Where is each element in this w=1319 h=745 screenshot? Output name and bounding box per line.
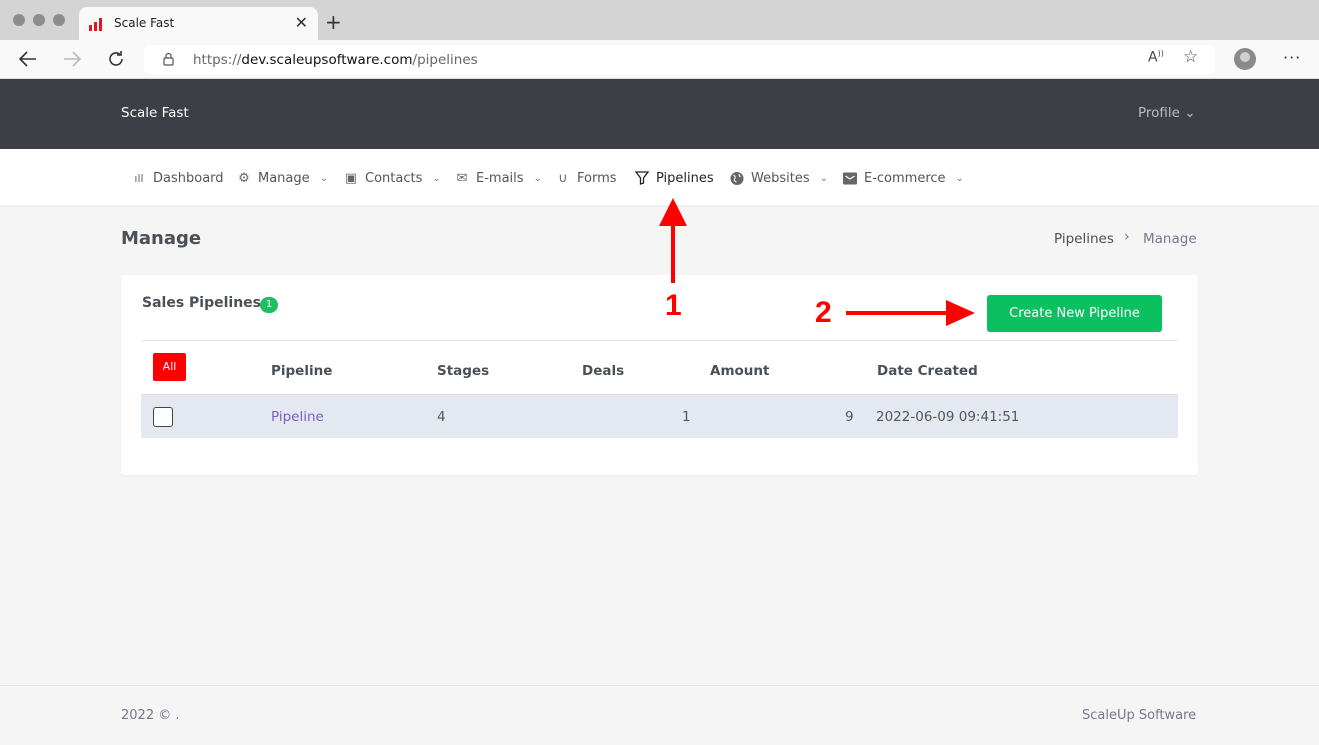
scale-fast-logo-icon: [89, 18, 102, 31]
annotation-arrow-up: [659, 198, 687, 283]
table-header-divider: [141, 340, 1178, 341]
nav-label: Dashboard: [153, 170, 224, 186]
gear-icon: ⚙: [238, 170, 250, 186]
close-window-icon[interactable]: [13, 14, 25, 26]
nav-label: Pipelines: [656, 170, 714, 186]
read-aloud-icon[interactable]: A)): [1148, 49, 1164, 66]
profile-menu[interactable]: Profile ⌄: [1138, 105, 1196, 121]
main-nav: ıll Dashboard ⚙ Manage ⌄ ▣ Contacts ⌄ ✉ …: [0, 149, 1319, 205]
footer-company: ScaleUp Software: [1082, 708, 1197, 723]
bar-chart-icon: ıll: [134, 171, 144, 185]
footer-copyright: 2022 © .: [121, 708, 180, 723]
footer: 2022 © . ScaleUp Software: [0, 685, 1319, 745]
more-options-icon[interactable]: ···: [1283, 48, 1301, 67]
column-header-deals[interactable]: Deals: [582, 363, 624, 379]
nav-item-emails[interactable]: ✉ E-mails ⌄: [454, 168, 542, 188]
nav-label: Websites: [751, 170, 810, 186]
stages-cell: 4: [437, 409, 446, 425]
annotation-number-1: 1: [665, 289, 682, 322]
address-bar[interactable]: https://dev.scaleupsoftware.com/pipeline…: [144, 45, 1215, 74]
nav-item-forms[interactable]: ∪ Forms: [555, 168, 617, 188]
chevron-down-icon: ⌄: [819, 172, 828, 184]
card-title: Sales Pipelines: [142, 295, 261, 311]
zoom-window-icon[interactable]: [53, 14, 65, 26]
pipeline-link[interactable]: Pipeline: [271, 409, 324, 425]
nav-label: Contacts: [365, 170, 423, 186]
url-text[interactable]: https://dev.scaleupsoftware.com/pipeline…: [193, 52, 478, 68]
date-created-cell: 2022-06-09 09:41:51: [876, 409, 1020, 425]
amount-cell: 9: [845, 409, 854, 425]
nav-item-pipelines[interactable]: Pipelines: [634, 168, 714, 188]
annotation-number-2: 2: [815, 296, 832, 329]
back-icon[interactable]: [19, 51, 37, 67]
create-new-pipeline-button[interactable]: Create New Pipeline: [987, 295, 1162, 332]
sales-pipelines-card: Sales Pipelines 1 Create New Pipeline Al…: [121, 275, 1198, 475]
globe-icon: [730, 171, 744, 185]
browser-toolbar: https://dev.scaleupsoftware.com/pipeline…: [0, 40, 1319, 79]
chevron-down-icon: ⌄: [432, 172, 441, 184]
breadcrumb-separator: ›: [1124, 229, 1130, 245]
nav-item-manage[interactable]: ⚙ Manage ⌄: [236, 168, 328, 188]
nav-label: E-commerce: [864, 170, 946, 186]
browser-profile-avatar[interactable]: [1234, 48, 1256, 70]
table-row[interactable]: Pipeline 4 1 9 2022-06-09 09:41:51: [141, 394, 1178, 438]
row-checkbox[interactable]: [153, 407, 173, 427]
column-header-date-created[interactable]: Date Created: [877, 363, 978, 379]
envelope-icon: ✉: [456, 170, 468, 186]
tab-title: Scale Fast: [114, 16, 175, 30]
lock-icon: [163, 52, 174, 66]
browser-tab[interactable]: Scale Fast ✕: [79, 7, 318, 40]
nav-item-ecommerce[interactable]: E-commerce ⌄: [842, 168, 964, 188]
column-header-pipeline[interactable]: Pipeline: [271, 363, 332, 379]
favorites-star-icon[interactable]: ☆: [1183, 47, 1198, 67]
app-header: Scale Fast Profile ⌄: [0, 79, 1319, 149]
nav-label: E-mails: [476, 170, 524, 186]
filter-icon: [634, 171, 650, 185]
nav-item-websites[interactable]: Websites ⌄: [729, 168, 828, 188]
deals-cell: 1: [682, 409, 691, 425]
minimize-window-icon[interactable]: [33, 14, 45, 26]
column-header-stages[interactable]: Stages: [437, 363, 489, 379]
forward-icon[interactable]: [63, 51, 81, 67]
nav-label: Forms: [577, 170, 617, 186]
select-all-button[interactable]: All: [153, 353, 186, 381]
column-header-amount[interactable]: Amount: [710, 363, 769, 379]
nav-item-contacts[interactable]: ▣ Contacts ⌄: [343, 168, 441, 188]
breadcrumb-pipelines[interactable]: Pipelines: [1054, 231, 1114, 247]
nav-item-dashboard[interactable]: ıll Dashboard: [131, 168, 224, 188]
breadcrumb-current: Manage: [1143, 231, 1197, 247]
new-tab-icon[interactable]: +: [325, 10, 342, 34]
reload-icon[interactable]: [107, 50, 125, 68]
magnet-icon: ∪: [558, 170, 568, 186]
browser-tab-bar: Scale Fast ✕ +: [0, 0, 1319, 40]
chevron-down-icon: ⌄: [319, 172, 329, 184]
contact-card-icon: ▣: [344, 170, 358, 186]
store-icon: [843, 172, 857, 184]
page-title: Manage: [121, 228, 202, 249]
nav-label: Manage: [258, 170, 310, 186]
app-brand[interactable]: Scale Fast: [121, 105, 189, 121]
pipeline-count-badge: 1: [260, 297, 278, 313]
chevron-down-icon: ⌄: [955, 172, 964, 184]
chevron-down-icon: ⌄: [533, 172, 542, 184]
close-tab-icon[interactable]: ✕: [295, 13, 308, 32]
